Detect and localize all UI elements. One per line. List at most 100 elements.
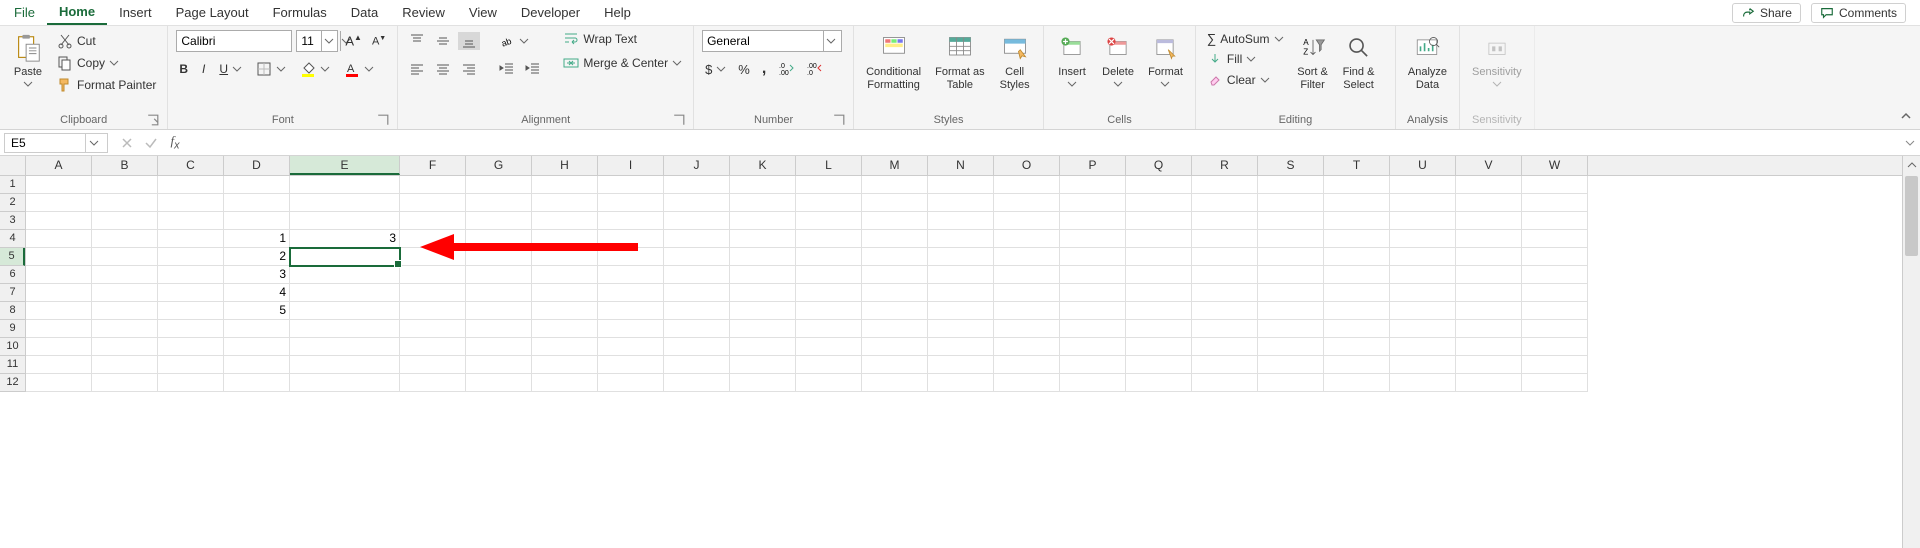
cell-W11[interactable]	[1522, 356, 1588, 374]
tab-developer[interactable]: Developer	[509, 0, 592, 25]
cell-B9[interactable]	[92, 320, 158, 338]
cell-V1[interactable]	[1456, 176, 1522, 194]
cell-L3[interactable]	[796, 212, 862, 230]
cell-A8[interactable]	[26, 302, 92, 320]
cell-E5[interactable]	[290, 248, 400, 266]
cell-I3[interactable]	[598, 212, 664, 230]
cell-N4[interactable]	[928, 230, 994, 248]
cell-H8[interactable]	[532, 302, 598, 320]
cell-J2[interactable]	[664, 194, 730, 212]
delete-cells-button[interactable]: Delete	[1098, 30, 1138, 94]
cell-E6[interactable]	[290, 266, 400, 284]
cell-G5[interactable]	[466, 248, 532, 266]
cell-I2[interactable]	[598, 194, 664, 212]
row-header-11[interactable]: 11	[0, 356, 25, 374]
number-format-input[interactable]	[703, 34, 823, 48]
comma-button[interactable]: ,	[759, 59, 769, 79]
cell-J12[interactable]	[664, 374, 730, 392]
cell-A4[interactable]	[26, 230, 92, 248]
cell-P12[interactable]	[1060, 374, 1126, 392]
cell-K3[interactable]	[730, 212, 796, 230]
formula-input[interactable]	[194, 133, 1900, 153]
tab-data[interactable]: Data	[339, 0, 390, 25]
cell-S9[interactable]	[1258, 320, 1324, 338]
cell-M10[interactable]	[862, 338, 928, 356]
column-header-O[interactable]: O	[994, 156, 1060, 175]
chevron-down-icon[interactable]	[716, 64, 726, 74]
cell-H12[interactable]	[532, 374, 598, 392]
autosum-button[interactable]: ∑ AutoSum	[1204, 30, 1287, 47]
cell-O4[interactable]	[994, 230, 1060, 248]
cell-M5[interactable]	[862, 248, 928, 266]
row-header-9[interactable]: 9	[0, 320, 25, 338]
cell-J8[interactable]	[664, 302, 730, 320]
cell-U5[interactable]	[1390, 248, 1456, 266]
font-size-combo[interactable]	[296, 30, 338, 52]
cell-T3[interactable]	[1324, 212, 1390, 230]
tab-insert[interactable]: Insert	[107, 0, 164, 25]
cell-E9[interactable]	[290, 320, 400, 338]
chevron-down-icon[interactable]	[1246, 54, 1256, 64]
cell-G8[interactable]	[466, 302, 532, 320]
cell-C6[interactable]	[158, 266, 224, 284]
cell-M7[interactable]	[862, 284, 928, 302]
analyze-data-button[interactable]: Analyze Data	[1404, 30, 1451, 93]
cell-T2[interactable]	[1324, 194, 1390, 212]
cell-F6[interactable]	[400, 266, 466, 284]
cell-L5[interactable]	[796, 248, 862, 266]
conditional-formatting-button[interactable]: Conditional Formatting	[862, 30, 925, 93]
cell-P4[interactable]	[1060, 230, 1126, 248]
row-header-1[interactable]: 1	[0, 176, 25, 194]
cell-H6[interactable]	[532, 266, 598, 284]
cell-J10[interactable]	[664, 338, 730, 356]
cell-E12[interactable]	[290, 374, 400, 392]
cell-L11[interactable]	[796, 356, 862, 374]
cell-D9[interactable]	[224, 320, 290, 338]
column-header-T[interactable]: T	[1324, 156, 1390, 175]
chevron-down-icon[interactable]	[85, 134, 101, 152]
cell-H4[interactable]	[532, 230, 598, 248]
cell-J6[interactable]	[664, 266, 730, 284]
cell-G12[interactable]	[466, 374, 532, 392]
cell-I5[interactable]	[598, 248, 664, 266]
cell-N9[interactable]	[928, 320, 994, 338]
cell-D4[interactable]: 1	[224, 230, 290, 248]
column-header-M[interactable]: M	[862, 156, 928, 175]
cell-S11[interactable]	[1258, 356, 1324, 374]
format-painter-button[interactable]: Format Painter	[54, 76, 159, 94]
cell-A6[interactable]	[26, 266, 92, 284]
cell-N1[interactable]	[928, 176, 994, 194]
scroll-up-button[interactable]	[1903, 156, 1920, 174]
cell-F3[interactable]	[400, 212, 466, 230]
cell-F5[interactable]	[400, 248, 466, 266]
cell-K10[interactable]	[730, 338, 796, 356]
cell-T10[interactable]	[1324, 338, 1390, 356]
cell-O5[interactable]	[994, 248, 1060, 266]
cell-A2[interactable]	[26, 194, 92, 212]
cell-Q10[interactable]	[1126, 338, 1192, 356]
format-cells-button[interactable]: Format	[1144, 30, 1187, 94]
cell-V3[interactable]	[1456, 212, 1522, 230]
row-header-6[interactable]: 6	[0, 266, 25, 284]
align-top-button[interactable]	[406, 32, 428, 50]
chevron-down-icon[interactable]	[1160, 79, 1170, 89]
cell-styles-button[interactable]: Cell Styles	[995, 30, 1035, 93]
cell-I10[interactable]	[598, 338, 664, 356]
cell-K7[interactable]	[730, 284, 796, 302]
cell-D7[interactable]: 4	[224, 284, 290, 302]
cell-A3[interactable]	[26, 212, 92, 230]
cell-C2[interactable]	[158, 194, 224, 212]
cell-K11[interactable]	[730, 356, 796, 374]
row-header-12[interactable]: 12	[0, 374, 25, 392]
cell-F4[interactable]	[400, 230, 466, 248]
cell-A7[interactable]	[26, 284, 92, 302]
cell-K12[interactable]	[730, 374, 796, 392]
cell-P7[interactable]	[1060, 284, 1126, 302]
cell-Q7[interactable]	[1126, 284, 1192, 302]
cell-M12[interactable]	[862, 374, 928, 392]
cell-G7[interactable]	[466, 284, 532, 302]
cell-M6[interactable]	[862, 266, 928, 284]
column-header-C[interactable]: C	[158, 156, 224, 175]
cell-Q4[interactable]	[1126, 230, 1192, 248]
cell-I9[interactable]	[598, 320, 664, 338]
